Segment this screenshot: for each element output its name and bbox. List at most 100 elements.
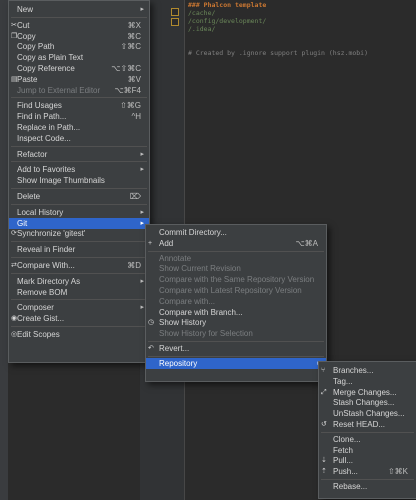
menu-item-label: Cut <box>17 20 30 30</box>
menu-item-label: Reveal in Finder <box>17 245 76 255</box>
cut-icon: ✂ <box>11 21 17 29</box>
project-tree-strip <box>0 0 8 500</box>
submenu-arrow-icon: ▸ <box>140 304 144 312</box>
menu-item-add[interactable]: + Add ⌥⌘A <box>146 238 326 249</box>
menu-item-delete[interactable]: Delete ⌦ <box>9 191 149 202</box>
menu-item-cut[interactable]: ✂ Cut ⌘X <box>9 20 149 31</box>
show-history-icon: ◷ <box>148 319 155 327</box>
menu-item-replace-in-path[interactable]: Replace in Path... <box>9 122 149 133</box>
menu-item-revert[interactable]: ↶ Revert... <box>146 343 326 354</box>
context-menu: New ▸ ✂ Cut ⌘X ❐ Copy ⌘C Copy Path ⇧⌘C Copy as Pla… <box>8 0 150 363</box>
menu-item-label: Push... <box>333 467 358 477</box>
menu-item-local-history[interactable]: Local History ▸ <box>9 207 149 218</box>
menu-item-label: Commit Directory... <box>159 228 227 237</box>
menu-item-label: Compare with... <box>159 296 216 306</box>
menu-item-show-history-for-selection: Show History for Selection <box>146 328 326 339</box>
menu-item-rebase[interactable]: Rebase... <box>319 481 416 492</box>
menu-item-reveal-in-finder[interactable]: Reveal in Finder <box>9 244 149 255</box>
menu-item-label: Stash Changes... <box>333 398 395 408</box>
menu-item-clone[interactable]: Clone... <box>319 434 416 445</box>
menu-item-label: Merge Changes... <box>333 387 397 397</box>
menu-item-reset-head[interactable]: ↺ Reset HEAD... <box>319 419 416 430</box>
menu-item-label: Show History <box>159 318 207 328</box>
submenu-arrow-icon: ▸ <box>140 150 144 158</box>
menu-item-compare-with-branch[interactable]: Compare with Branch... <box>146 307 326 318</box>
menu-item-stash-changes[interactable]: Stash Changes... <box>319 397 416 408</box>
menu-item-copy[interactable]: ❐ Copy ⌘C <box>9 31 149 42</box>
menu-item-merge-changes[interactable]: ⤢ Merge Changes... <box>319 387 416 398</box>
menu-item-label: Remove BOM <box>17 287 68 297</box>
menu-item-unstash-changes[interactable]: UnStash Changes... <box>319 408 416 419</box>
menu-item-copy-path[interactable]: Copy Path ⇧⌘C <box>9 41 149 52</box>
menu-item-find-in-path[interactable]: Find in Path... ^H <box>9 111 149 122</box>
menu-item-show-current-revision: Show Current Revision <box>146 263 326 274</box>
menu-item-remove-bom[interactable]: Remove BOM <box>9 287 149 298</box>
submenu-arrow-icon: ▸ <box>140 208 144 216</box>
add-icon: + <box>148 239 153 247</box>
menu-item-show-image-thumbnails[interactable]: Show Image Thumbnails <box>9 175 149 186</box>
menu-item-fetch[interactable]: Fetch <box>319 445 416 456</box>
menu-item-compare-with[interactable]: ⇄ Compare With... ⌘D <box>9 260 149 271</box>
menu-item-show-history[interactable]: ◷ Show History <box>146 317 326 328</box>
menu-item-edit-scopes[interactable]: ◎ Edit Scopes <box>9 329 149 340</box>
menu-separator <box>11 257 147 258</box>
menu-item-branches[interactable]: ⑂ Branches... <box>319 365 416 376</box>
fold-marker-icon[interactable] <box>171 8 179 16</box>
shortcut-hint: ⌘V <box>127 74 141 84</box>
revert-icon: ↶ <box>148 345 154 352</box>
menu-item-label: Paste <box>17 74 38 84</box>
menu-item-label: Pull... <box>333 456 354 466</box>
submenu-arrow-icon: ▸ <box>140 166 144 174</box>
menu-item-find-usages[interactable]: Find Usages ⇧⌘G <box>9 100 149 111</box>
menu-item-label: Show Image Thumbnails <box>17 176 105 186</box>
menu-item-label: Compare with the Same Repository Version <box>159 275 315 285</box>
menu-item-mark-directory-as[interactable]: Mark Directory As ▸ <box>9 276 149 287</box>
pull-icon: ⇣ <box>321 457 327 465</box>
code-line: /cache/ <box>188 9 216 17</box>
menu-item-compare-with: Compare with... <box>146 296 326 307</box>
shortcut-hint: ⌥⌘F4 <box>114 85 141 95</box>
menu-item-git[interactable]: Git ▸ <box>9 217 149 229</box>
menu-item-label: Repository <box>159 358 198 368</box>
fold-marker-icon[interactable] <box>171 18 179 26</box>
menu-separator <box>11 326 147 327</box>
menu-item-new[interactable]: New ▸ <box>9 4 149 15</box>
menu-item-synchronize-gitest[interactable]: ⟳ Synchronize 'gitest' <box>9 228 149 239</box>
menu-item-label: Replace in Path... <box>17 123 81 132</box>
menu-item-push[interactable]: ⇡ Push... ⇧⌘K <box>319 466 416 477</box>
reset-head-icon: ↺ <box>321 421 327 428</box>
menu-separator <box>11 241 147 243</box>
menu-item-commit-directory[interactable]: Commit Directory... <box>146 227 326 238</box>
menu-separator <box>321 479 414 480</box>
menu-separator <box>11 16 147 18</box>
menu-item-label: Compare with Branch... <box>159 307 243 317</box>
shortcut-hint: ⌥⌘A <box>295 238 318 248</box>
menu-item-label: Git <box>17 218 28 228</box>
menu-item-label: Rebase... <box>333 482 368 491</box>
menu-item-label: Fetch <box>333 445 354 455</box>
menu-item-paste[interactable]: ▤ Paste ⌘V <box>9 74 149 85</box>
shortcut-hint: ⌘X <box>127 20 141 30</box>
menu-item-label: New <box>17 5 34 14</box>
menu-item-label: Show History for Selection <box>159 329 253 339</box>
menu-item-composer[interactable]: Composer ▸ <box>9 302 149 313</box>
menu-item-add-to-favorites[interactable]: Add to Favorites ▸ <box>9 164 149 175</box>
menu-item-label: Copy <box>17 31 36 41</box>
menu-item-tag[interactable]: Tag... <box>319 376 416 387</box>
menu-item-label: Revert... <box>159 344 190 353</box>
menu-item-repository[interactable]: Repository▸ <box>146 357 326 369</box>
menu-separator <box>11 299 147 301</box>
synchronize-gitest-icon: ⟳ <box>11 230 17 238</box>
menu-item-label: Synchronize 'gitest' <box>17 229 86 239</box>
menu-item-label: Create Gist... <box>17 314 65 324</box>
menu-item-copy-as-plain-text[interactable]: Copy as Plain Text <box>9 52 149 63</box>
menu-item-inspect-code[interactable]: Inspect Code... <box>9 133 149 144</box>
menu-separator <box>148 355 324 357</box>
menu-item-create-gist[interactable]: ◉ Create Gist... <box>9 313 149 324</box>
branches-icon: ⑂ <box>321 367 326 374</box>
menu-item-refactor[interactable]: Refactor ▸ <box>9 149 149 160</box>
menu-item-copy-reference[interactable]: Copy Reference ⌥⇧⌘C <box>9 63 149 74</box>
shortcut-hint: ⇧⌘K <box>387 467 408 477</box>
menu-item-pull[interactable]: ⇣ Pull... <box>319 455 416 466</box>
shortcut-hint: ^H <box>131 112 141 122</box>
